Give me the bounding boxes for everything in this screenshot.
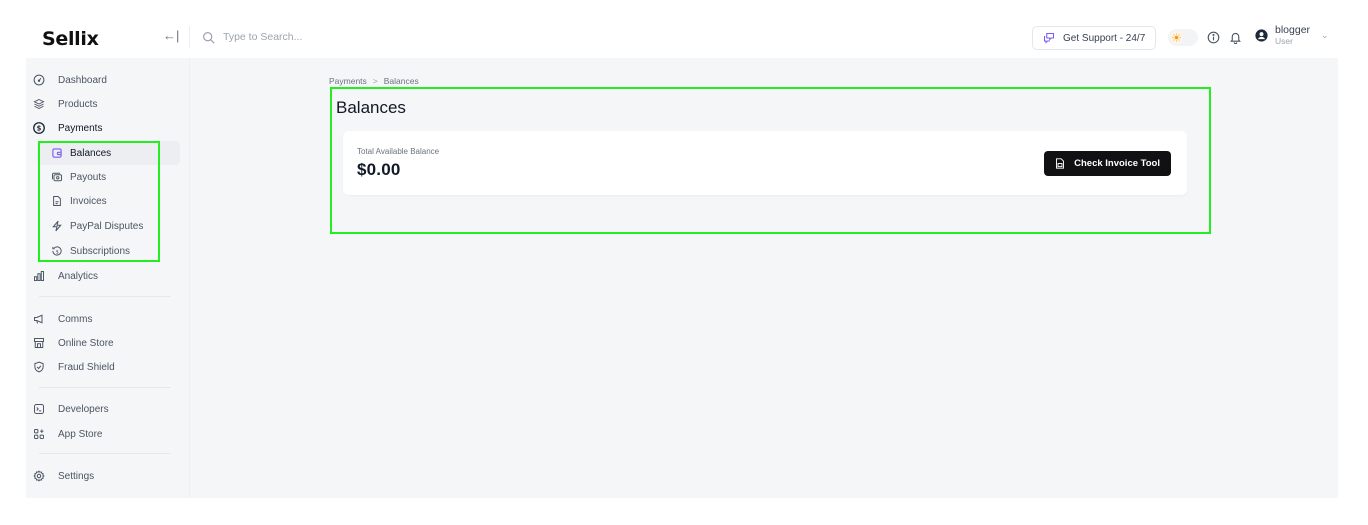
sidebar-item-label: Analytics — [58, 270, 99, 282]
check-invoice-tool-button[interactable]: Check Invoice Tool — [1044, 151, 1171, 176]
sidebar-item-paypal-disputes[interactable]: PayPal Disputes — [37, 214, 180, 238]
breadcrumb-separator: > — [372, 76, 378, 86]
recurring-dollar-icon: $ — [52, 246, 62, 256]
sidebar-item-label: Dashboard — [58, 74, 107, 86]
sidebar-item-label: App Store — [58, 428, 103, 440]
sidebar: Dashboard Products $ Payments Balances P… — [26, 58, 190, 498]
breadcrumb: Payments > Balances — [329, 76, 419, 86]
header-divider — [189, 26, 190, 48]
cash-icon — [52, 172, 62, 182]
document-icon — [1056, 158, 1065, 169]
balance-label: Total Available Balance — [357, 147, 440, 156]
search-icon — [203, 31, 215, 44]
svg-text:$: $ — [37, 125, 42, 133]
sidebar-item-label: Payouts — [70, 171, 107, 183]
search-input[interactable] — [223, 31, 463, 43]
sun-icon — [1170, 31, 1183, 44]
breadcrumb-payments[interactable]: Payments — [329, 76, 367, 86]
gear-icon — [33, 470, 45, 482]
terminal-icon — [34, 404, 44, 414]
balance-amount: $0.00 — [357, 160, 401, 179]
wallet-icon — [52, 148, 62, 158]
theme-toggle[interactable] — [1168, 29, 1198, 46]
sidebar-item-developers[interactable]: Developers — [30, 397, 180, 421]
sidebar-divider — [39, 387, 171, 388]
sidebar-item-label: Balances — [70, 147, 112, 159]
sidebar-divider — [39, 296, 171, 297]
layers-icon — [33, 98, 45, 110]
main-content: Payments > Balances Balances Total Avail… — [191, 58, 1338, 498]
sidebar-item-label: Online Store — [58, 337, 114, 349]
info-icon[interactable] — [1207, 31, 1220, 44]
user-avatar-icon — [1255, 28, 1268, 42]
check-invoice-tool-label: Check Invoice Tool — [1074, 158, 1160, 169]
sidebar-item-products[interactable]: Products — [30, 92, 180, 116]
sidebar-item-label: PayPal Disputes — [70, 220, 144, 232]
sidebar-item-label: Payments — [58, 122, 103, 134]
sidebar-item-label: Fraud Shield — [58, 361, 115, 373]
sidebar-item-label: Developers — [58, 403, 109, 415]
file-icon — [53, 196, 61, 206]
search-bar[interactable] — [202, 25, 502, 49]
sidebar-item-subscriptions[interactable]: $ Subscriptions — [37, 239, 180, 263]
sidebar-item-balances[interactable]: Balances — [37, 141, 180, 165]
user-name: blogger — [1275, 24, 1311, 36]
sidebar-item-app-store[interactable]: App Store — [30, 422, 180, 446]
sidebar-item-label: Invoices — [70, 195, 107, 207]
user-role: User — [1275, 35, 1293, 46]
logo[interactable]: Sellix — [42, 28, 99, 50]
sidebar-item-label: Comms — [58, 313, 93, 325]
dashboard-icon — [33, 74, 45, 86]
sidebar-item-label: Products — [58, 98, 98, 110]
collapse-sidebar-button[interactable]: ←| — [163, 28, 179, 43]
user-menu[interactable]: blogger User ⌄ — [1255, 25, 1329, 45]
sidebar-item-label: Subscriptions — [70, 245, 131, 257]
support-label: Get Support - 24/7 — [1063, 32, 1146, 44]
sidebar-divider — [39, 453, 171, 454]
svg-text:$: $ — [55, 249, 58, 255]
breadcrumb-balances: Balances — [383, 76, 419, 86]
arrow-left-bar-icon: ←| — [163, 28, 180, 43]
sidebar-item-payouts[interactable]: Payouts — [37, 165, 180, 189]
megaphone-icon — [34, 314, 43, 324]
sidebar-item-invoices[interactable]: Invoices — [37, 189, 180, 213]
sidebar-item-label: Settings — [58, 470, 95, 482]
shield-check-icon — [34, 361, 44, 373]
sidebar-item-online-store[interactable]: Online Store — [30, 331, 180, 355]
balance-card: Total Available Balance $0.00 Check Invo… — [343, 131, 1187, 195]
support-chat-icon — [1043, 32, 1055, 44]
sidebar-item-payments[interactable]: $ Payments — [30, 116, 180, 140]
app-body: Dashboard Products $ Payments Balances P… — [26, 58, 1338, 498]
sidebar-item-fraud-shield[interactable]: Fraud Shield — [30, 355, 180, 379]
apps-add-icon — [34, 429, 44, 439]
store-icon — [34, 338, 44, 348]
dollar-circle-icon: $ — [33, 122, 45, 134]
get-support-button[interactable]: Get Support - 24/7 — [1032, 26, 1157, 50]
sidebar-item-analytics[interactable]: Analytics — [30, 264, 180, 288]
sidebar-item-dashboard[interactable]: Dashboard — [30, 68, 180, 92]
bolt-icon — [52, 220, 62, 232]
bell-icon[interactable] — [1229, 31, 1242, 44]
chevron-down-icon: ⌄ — [1321, 29, 1329, 40]
page-title: Balances — [336, 98, 406, 117]
bar-chart-icon — [34, 271, 44, 281]
sidebar-item-comms[interactable]: Comms — [30, 307, 180, 331]
sidebar-item-settings[interactable]: Settings — [30, 464, 180, 488]
top-bar: Sellix ←| Get Support - 24/7 blogger Use… — [26, 20, 1368, 58]
